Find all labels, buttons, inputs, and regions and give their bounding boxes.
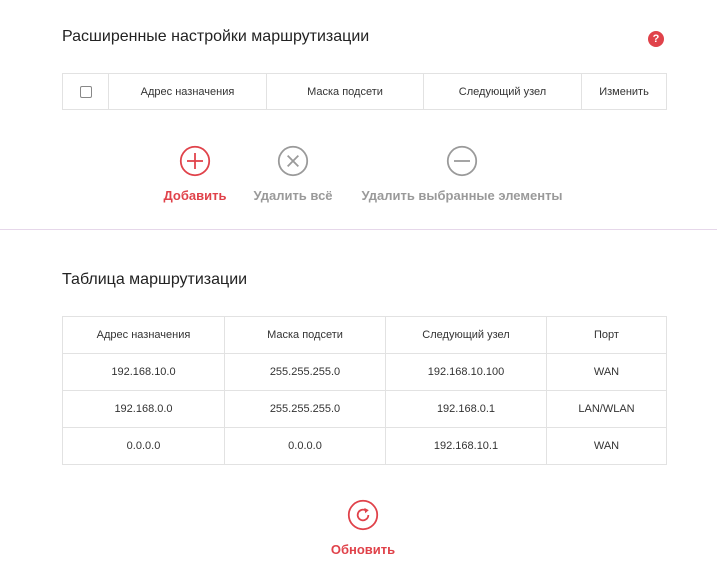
table-cell: 255.255.255.0 xyxy=(224,390,386,428)
table-cell: WAN xyxy=(546,353,667,391)
delete-selected-button[interactable]: Удалить выбранные элементы xyxy=(356,145,568,203)
routing-table: Адрес назначения Маска подсети Следующий… xyxy=(62,316,667,465)
select-all-checkbox[interactable] xyxy=(79,85,92,98)
table-cell: 255.255.255.0 xyxy=(224,353,386,391)
section-divider xyxy=(0,229,717,230)
column-header: Порт xyxy=(546,316,667,354)
table-cell: LAN/WLAN xyxy=(546,390,667,428)
minus-circle-icon xyxy=(446,145,478,177)
x-circle-icon xyxy=(277,145,309,177)
table-cell: 192.168.0.1 xyxy=(385,390,547,428)
delete-selected-label: Удалить выбранные элементы xyxy=(361,188,563,203)
column-header: Маска подсети xyxy=(266,73,424,110)
table-cell: 192.168.10.0 xyxy=(62,353,225,391)
select-all-cell xyxy=(62,73,109,110)
plus-circle-icon xyxy=(179,145,211,177)
add-label: Добавить xyxy=(163,188,227,203)
refresh-button[interactable]: Обновить xyxy=(323,499,403,557)
help-icon[interactable]: ? xyxy=(648,31,664,47)
refresh-icon xyxy=(347,499,379,531)
column-header: Адрес назначения xyxy=(62,316,225,354)
table-cell: 192.168.0.0 xyxy=(62,390,225,428)
table-row: 192.168.0.0 255.255.255.0 192.168.0.1 LA… xyxy=(62,390,667,428)
delete-all-button[interactable]: Удалить всё xyxy=(248,145,338,203)
routing-table-title: Таблица маршрутизации xyxy=(62,271,248,288)
delete-all-label: Удалить всё xyxy=(253,188,333,203)
table-row: 192.168.10.0 255.255.255.0 192.168.10.10… xyxy=(62,353,667,391)
advanced-routing-table: Адрес назначения Маска подсети Следующий… xyxy=(62,73,667,110)
column-header: Следующий узел xyxy=(423,73,582,110)
table-cell: 0.0.0.0 xyxy=(224,427,386,465)
add-button[interactable]: Добавить xyxy=(157,145,233,203)
table-cell: 192.168.10.100 xyxy=(385,353,547,391)
column-header: Адрес назначения xyxy=(108,73,267,110)
table-cell: 0.0.0.0 xyxy=(62,427,225,465)
refresh-label: Обновить xyxy=(330,542,396,557)
column-header: Изменить xyxy=(581,73,667,110)
table-cell: 192.168.10.1 xyxy=(385,427,547,465)
table-row: 0.0.0.0 0.0.0.0 192.168.10.1 WAN xyxy=(62,427,667,465)
column-header: Следующий узел xyxy=(385,316,547,354)
table-cell: WAN xyxy=(546,427,667,465)
table-header-row: Адрес назначения Маска подсети Следующий… xyxy=(62,316,667,354)
table-header-row: Адрес назначения Маска подсети Следующий… xyxy=(62,73,667,110)
advanced-routing-title: Расширенные настройки маршрутизации xyxy=(62,28,370,45)
column-header: Маска подсети xyxy=(224,316,386,354)
